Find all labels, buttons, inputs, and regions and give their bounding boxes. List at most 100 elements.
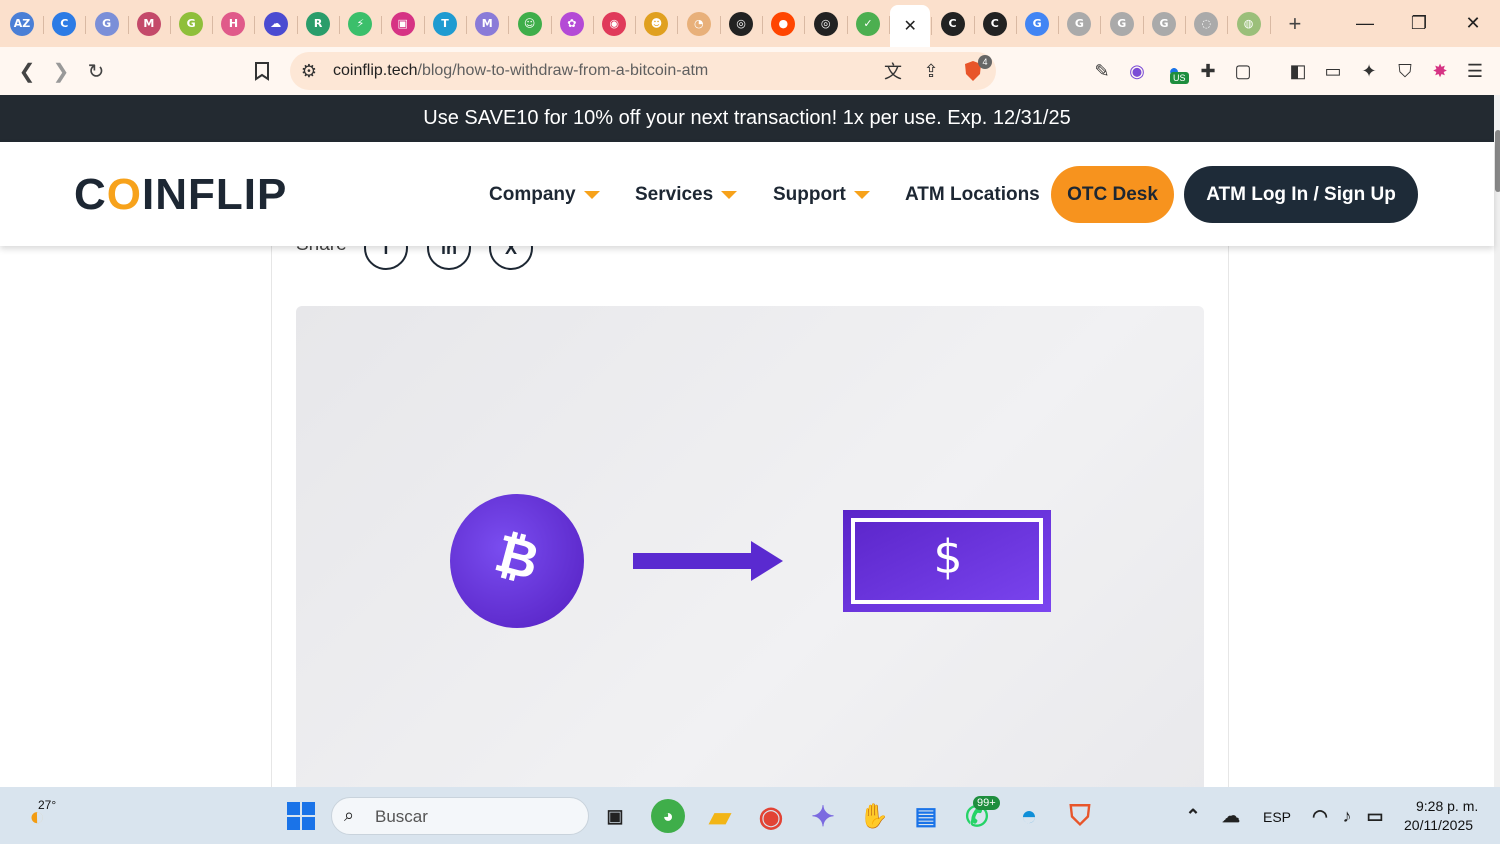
menu-support[interactable]: Support	[773, 184, 870, 206]
chrome-icon[interactable]: ◉	[754, 799, 788, 833]
tray-chevron-up-icon[interactable]: ⌃	[1176, 799, 1210, 833]
extensions-icon[interactable]: ✚	[1195, 58, 1221, 84]
browser-tab[interactable]: R	[298, 4, 341, 44]
browser-tab[interactable]: M	[467, 4, 510, 44]
menu-icon[interactable]: ☰	[1462, 58, 1488, 84]
forward-button[interactable]: ❯	[44, 54, 78, 88]
clock-time[interactable]: 9:28 p. m.	[1416, 798, 1478, 814]
tab-favicon-icon: ⚡	[348, 11, 373, 36]
leo-ai-icon[interactable]: ✦	[1356, 58, 1382, 84]
browser-tab[interactable]: ◔	[679, 4, 721, 44]
copilot-icon[interactable]: ✦	[806, 799, 840, 833]
tab-favicon-icon: C	[982, 11, 1007, 36]
site-settings-icon[interactable]: ⚙	[296, 58, 322, 84]
browser-tab[interactable]: C	[44, 4, 87, 44]
share-label: Share	[296, 246, 347, 256]
promo-banner: Use SAVE10 for 10% off your next transac…	[0, 95, 1494, 142]
tab-favicon-icon: G	[1109, 11, 1134, 36]
battery-icon[interactable]: ▭	[1358, 799, 1392, 833]
brave-icon[interactable]: ⛉	[1063, 799, 1097, 833]
atm-login-button[interactable]: ATM Log In / Sign Up	[1184, 166, 1418, 223]
browser-tab[interactable]: ✿	[552, 4, 594, 44]
browser-tab[interactable]: ☺	[510, 4, 552, 44]
tab-favicon-icon: R	[306, 11, 331, 36]
share-icon[interactable]: ⇪	[918, 58, 944, 84]
tab-favicon-icon: C	[52, 11, 77, 36]
browser-tab[interactable]: ☁	[256, 4, 298, 44]
menu-atm-locations[interactable]: ATM Locations	[905, 184, 1040, 206]
search-placeholder: Buscar	[375, 807, 428, 826]
file-explorer-icon[interactable]: ▰	[703, 799, 737, 833]
tab-favicon-icon: ●	[771, 11, 796, 36]
rewards-icon[interactable]: ✸	[1427, 58, 1453, 84]
tab-favicon-icon: ▣	[390, 11, 415, 36]
browser-tab[interactable]: H	[213, 4, 256, 44]
browser-tab[interactable]: ◌	[1186, 4, 1229, 44]
reload-button[interactable]: ↻	[79, 54, 113, 88]
caret-down-icon	[853, 190, 870, 199]
menu-services-label: Services	[635, 184, 714, 205]
maximize-button[interactable]: ❐	[1392, 0, 1446, 47]
browser-tab[interactable]: G	[1017, 4, 1060, 44]
promo-text: Use SAVE10 for 10% off your next transac…	[423, 107, 1071, 129]
address-bar[interactable]: ⚙ coinflip.tech/blog/how-to-withdraw-fro…	[290, 52, 996, 90]
translate-icon[interactable]: 文	[880, 58, 906, 84]
browser-tab[interactable]: C	[975, 4, 1017, 44]
dollar-symbol: $	[933, 530, 963, 584]
vpn-shield-icon[interactable]: ⛉	[1392, 58, 1418, 84]
browser-tab[interactable]: G	[171, 4, 214, 44]
language-indicator[interactable]: ESP	[1263, 809, 1291, 825]
menu-services[interactable]: Services	[635, 184, 738, 206]
clock-date[interactable]: 20/11/2025	[1404, 817, 1473, 833]
browser-tab[interactable]: ◍	[1229, 4, 1271, 44]
url-text[interactable]: coinflip.tech/blog/how-to-withdraw-from-…	[333, 62, 708, 80]
browser-tab[interactable]: ◎	[721, 4, 764, 44]
browser-tab[interactable]: M	[129, 4, 171, 44]
page-scrollbar[interactable]	[1494, 95, 1500, 787]
sidebar-icon[interactable]: ◧	[1285, 58, 1311, 84]
app-icon[interactable]: ◕	[651, 799, 685, 833]
tab-favicon-icon: H	[221, 11, 246, 36]
tab-favicon-icon: T	[432, 11, 457, 36]
browser-tab[interactable]: G	[1059, 4, 1102, 44]
tab-favicon-icon: ◌	[1194, 11, 1219, 36]
wallet-icon[interactable]: ▭	[1320, 58, 1346, 84]
browser-tab[interactable]: C	[933, 4, 975, 44]
browser-tab[interactable]: G	[87, 4, 129, 44]
notes-icon[interactable]: ✎	[1089, 58, 1115, 84]
browser-tab[interactable]: T	[425, 4, 467, 44]
back-button[interactable]: ❮	[10, 54, 44, 88]
tab-favicon-icon: C	[940, 11, 965, 36]
arrow-right-icon	[633, 541, 783, 581]
site-header: COINFLIP Company Services Support ATM Lo…	[0, 142, 1494, 246]
notepad-icon[interactable]: ▤	[909, 799, 943, 833]
scrollbar-thumb[interactable]	[1495, 130, 1500, 192]
browser-tab[interactable]: ●	[763, 4, 806, 44]
screenshot-icon[interactable]: ▢	[1230, 58, 1256, 84]
browser-tab[interactable]: ⚡	[340, 4, 383, 44]
bookmark-icon[interactable]	[245, 54, 279, 88]
edge-icon[interactable]: ◓	[1012, 799, 1046, 833]
browser-tab[interactable]: G	[1102, 4, 1144, 44]
otc-desk-button[interactable]: OTC Desk	[1051, 166, 1174, 223]
browser-tab[interactable]: ◉	[594, 4, 637, 44]
tab-separator	[1269, 15, 1271, 34]
browser-tab[interactable]: AZ	[2, 4, 44, 44]
browser-tab[interactable]: ▣	[383, 4, 425, 44]
minimize-button[interactable]: —	[1338, 0, 1392, 47]
taskbar-search[interactable]: ⌕ Buscar	[331, 797, 589, 835]
coinflip-logo[interactable]: COINFLIP	[74, 170, 287, 220]
extension-icon[interactable]: ◉	[1124, 58, 1150, 84]
new-tab-button[interactable]: +	[1277, 6, 1313, 42]
browser-tab[interactable]: ✕	[890, 4, 933, 47]
close-window-button[interactable]: ✕	[1446, 0, 1500, 47]
browser-tab[interactable]: G	[1144, 4, 1187, 44]
start-button[interactable]	[284, 799, 318, 833]
app-icon[interactable]: ✋	[857, 799, 891, 833]
browser-tab[interactable]: ✓	[848, 4, 890, 44]
onedrive-icon[interactable]: ☁	[1214, 799, 1248, 833]
browser-tab[interactable]: ◎	[806, 4, 848, 44]
menu-company[interactable]: Company	[489, 184, 600, 206]
task-view-icon[interactable]: ▣	[598, 799, 632, 833]
browser-tab[interactable]: ☻	[636, 4, 679, 44]
